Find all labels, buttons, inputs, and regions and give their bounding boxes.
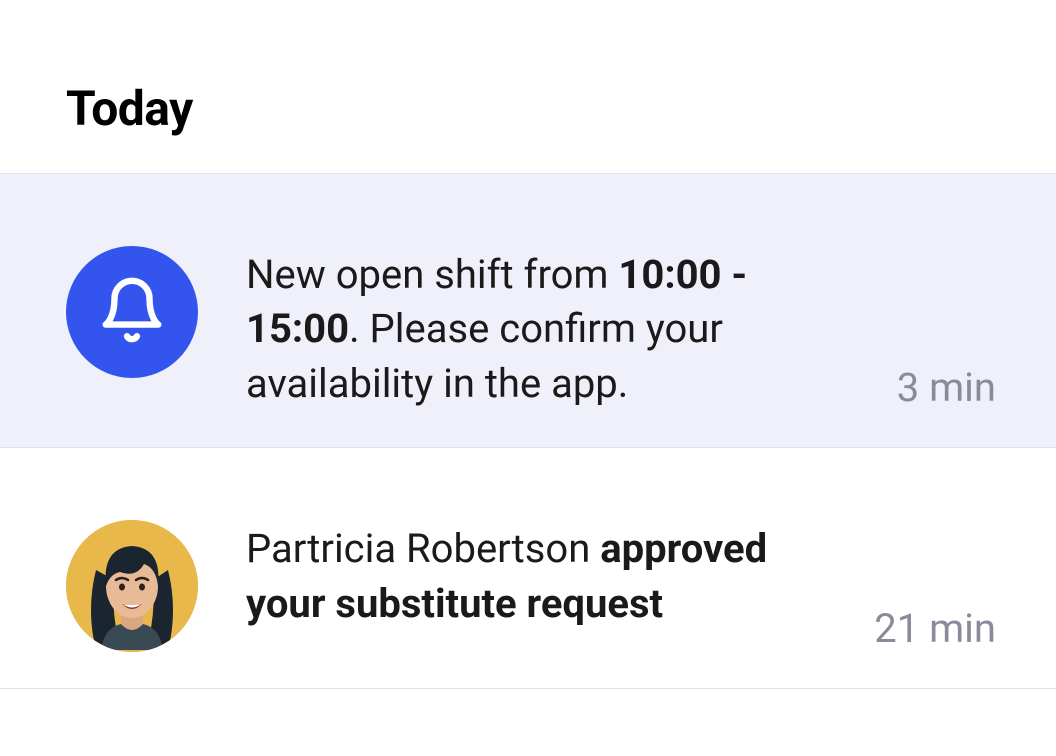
avatar — [66, 520, 198, 652]
notification-list: New open shift from 10:00 - 15:00. Pleas… — [0, 173, 1056, 689]
section-header: Today — [0, 0, 1056, 173]
notification-text: Partricia Robertson approved your substi… — [246, 522, 806, 631]
notification-item[interactable]: Partricia Robertson approved your substi… — [0, 448, 1056, 689]
notification-time: 21 min — [874, 605, 996, 652]
notification-icon-wrap — [66, 246, 198, 378]
notification-item[interactable]: New open shift from 10:00 - 15:00. Pleas… — [0, 174, 1056, 448]
section-title: Today — [66, 80, 1056, 137]
bell-icon — [97, 275, 167, 349]
text-before: Partricia Robertson — [246, 525, 600, 572]
notification-body: New open shift from 10:00 - 15:00. Pleas… — [246, 246, 996, 411]
text-before: New open shift from — [246, 251, 618, 298]
notification-time: 3 min — [897, 364, 996, 411]
notification-text: New open shift from 10:00 - 15:00. Pleas… — [246, 248, 806, 411]
